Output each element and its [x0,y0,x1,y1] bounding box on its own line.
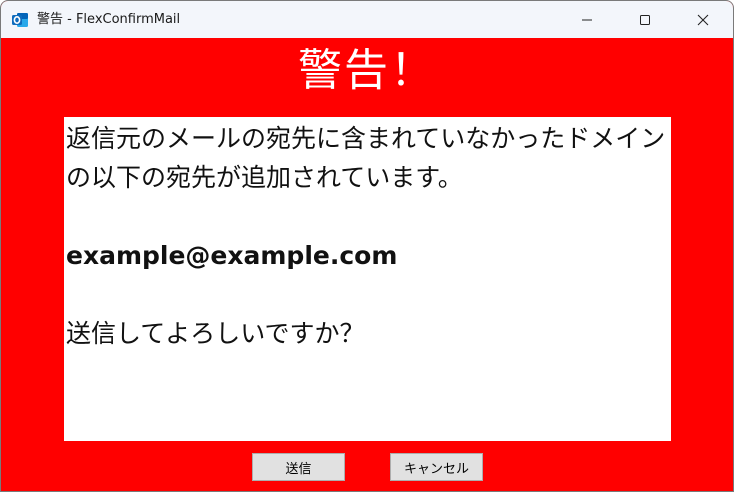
maximize-button[interactable] [622,1,668,38]
outlook-icon [12,13,28,27]
cancel-button[interactable]: キャンセル [390,453,483,481]
message-box: 返信元のメールの宛先に含まれていなかったドメイン の以下の宛先が追加されています… [64,117,671,441]
minimize-button[interactable] [564,1,610,38]
dialog-body: 警告！ 返信元のメールの宛先に含まれていなかったドメイン の以下の宛先が追加され… [1,38,733,491]
warning-heading: 警告！ [298,45,436,96]
title-bar[interactable]: 警告 - FlexConfirmMail [1,1,733,38]
window-title: 警告 - FlexConfirmMail [37,12,181,27]
send-button[interactable]: 送信 [252,453,345,481]
confirm-question: 送信してよろしいですか？ [66,319,365,348]
close-icon [697,14,709,25]
message-line-1: 返信元のメールの宛先に含まれていなかったドメイン [66,124,666,153]
dialog-window: 警告 - FlexConfirmMail 警告！ 返信元のメールの宛先に含まれて… [0,0,734,492]
close-button[interactable] [680,1,726,38]
minimize-icon [582,19,592,20]
message-line-2: の以下の宛先が追加されています。 [66,163,463,192]
added-recipient-email: example@example.com [66,241,398,270]
maximize-icon [640,14,650,25]
